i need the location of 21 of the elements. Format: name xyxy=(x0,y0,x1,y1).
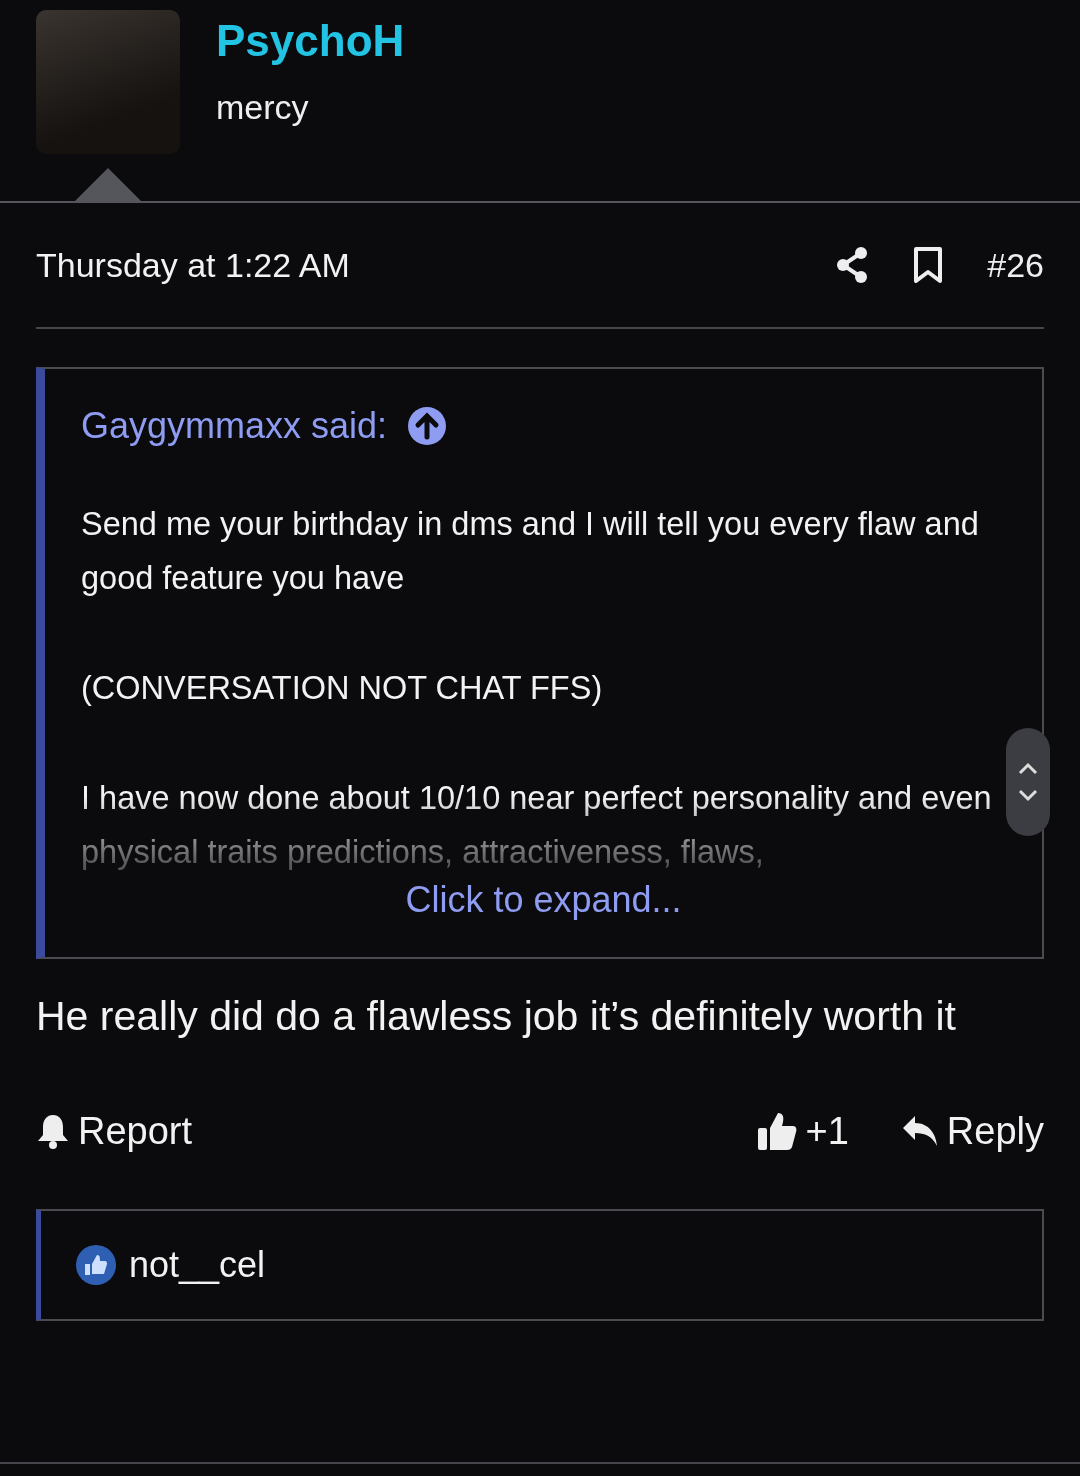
chevron-up-icon[interactable] xyxy=(1017,762,1039,776)
share-icon[interactable] xyxy=(835,246,870,284)
post-date[interactable]: Thursday at 1:22 AM xyxy=(36,245,836,285)
reaction-user-link[interactable]: not__cel xyxy=(129,1244,266,1286)
expand-link[interactable]: Click to expand... xyxy=(405,879,682,921)
post-number[interactable]: #26 xyxy=(987,245,1044,285)
reply-link[interactable]: Reply xyxy=(900,1109,1044,1153)
thumbs-up-icon xyxy=(755,1110,798,1152)
user-title: mercy xyxy=(216,88,310,127)
bookmark-icon[interactable] xyxy=(913,246,944,284)
like-link[interactable]: +1 xyxy=(755,1109,849,1153)
quote-paragraph: I have now done about 10/10 near perfect personality and even physical traits predictions, attractiveness, flaws, xyxy=(81,779,993,872)
report-link[interactable]: Report xyxy=(36,1109,193,1153)
quote-paragraph: Send me your birthday in dms and I will tell you every flaw and good feature you have xyxy=(81,505,980,598)
quote-paragraph: (CONVERSATION NOT CHAT FFS) xyxy=(81,669,604,708)
chevron-down-icon[interactable] xyxy=(1017,788,1039,802)
quote-author-link[interactable]: Gaygymmaxx said: xyxy=(81,405,388,447)
bell-icon xyxy=(36,1113,70,1149)
like-icon xyxy=(75,1244,117,1286)
post-text: He really did do a flawless job it’s definitely worth it xyxy=(36,992,957,1041)
username[interactable]: PsychoH xyxy=(216,16,405,66)
